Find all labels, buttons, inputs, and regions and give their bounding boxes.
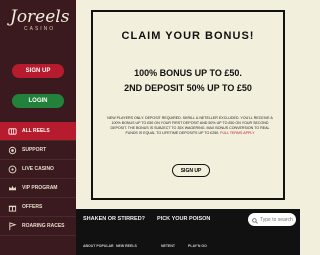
sidebar-item-live-casino[interactable]: LIVE CASINO	[0, 160, 76, 179]
bonus-signup-button[interactable]: SIGN UP	[172, 164, 210, 177]
sidebar-signup-button[interactable]: SIGN UP	[12, 64, 64, 78]
search-icon	[252, 211, 258, 229]
brand-logo[interactable]: Joreels CASINO	[10, 7, 70, 42]
races-icon	[8, 221, 17, 231]
filter-link-netent[interactable]: NETENT	[161, 244, 175, 248]
content-spacer	[76, 200, 300, 209]
sidebar-login-button[interactable]: LOGIN	[12, 94, 64, 108]
sidebar-item-support[interactable]: SUPPORT	[0, 141, 76, 160]
sidebar-item-label: SUPPORT	[22, 147, 47, 153]
filter-heading-2: PICK YOUR POISON	[157, 216, 211, 222]
sidebar-item-label: ALL REELS	[22, 128, 50, 134]
search-input[interactable]	[260, 214, 296, 225]
sidebar-nav: ALL REELS SUPPORT LIVE CASINO VIP PROGRA…	[0, 122, 76, 236]
search-box[interactable]	[248, 213, 296, 226]
sidebar: Joreels CASINO SIGN UP LOGIN ALL REELS S…	[0, 0, 76, 255]
filter-link-playn-go[interactable]: PLAY'N GO	[188, 244, 207, 248]
live-casino-icon	[8, 165, 17, 174]
support-icon	[8, 146, 17, 155]
sidebar-item-label: ROARING RACES	[22, 223, 65, 229]
slot-icon	[8, 127, 17, 136]
filter-heading-1: SHAKEN OR STIRRED?	[83, 216, 146, 222]
sidebar-item-all-reels[interactable]: ALL REELS	[0, 122, 76, 141]
filter-link-new-reels[interactable]: NEW REELS	[116, 244, 137, 248]
gift-icon	[8, 203, 17, 212]
brand-name: Joreels	[10, 7, 70, 27]
sidebar-item-vip-program[interactable]: VIP PROGRAM	[0, 179, 76, 198]
sidebar-item-label: VIP PROGRAM	[22, 185, 58, 191]
bonus-terms: NEW PLAYERS ONLY. DEPOSIT REQUIRED. SKRI…	[105, 116, 275, 136]
bonus-title: CLAIM YOUR BONUS!	[121, 30, 255, 42]
bonus-offer-line-1: 100% BONUS UP TO £50.	[134, 68, 242, 78]
crown-icon	[8, 184, 17, 193]
bonus-terms-link[interactable]: FULL TERMS APPLY	[220, 131, 254, 135]
sidebar-item-label: OFFERS	[22, 204, 43, 210]
bonus-panel: CLAIM YOUR BONUS! 100% BONUS UP TO £50. …	[91, 10, 285, 200]
filter-link-about-popular[interactable]: ABOUT POPULAR	[83, 244, 114, 248]
sidebar-item-roaring-races[interactable]: ROARING RACES	[0, 217, 76, 236]
bonus-offer-line-2: 2ND DEPOSIT 50% UP TO £50	[124, 83, 252, 93]
filter-bar: SHAKEN OR STIRRED? PICK YOUR POISON ABOU…	[76, 209, 300, 255]
sidebar-item-label: LIVE CASINO	[22, 166, 54, 172]
sidebar-item-offers[interactable]: OFFERS	[0, 198, 76, 217]
